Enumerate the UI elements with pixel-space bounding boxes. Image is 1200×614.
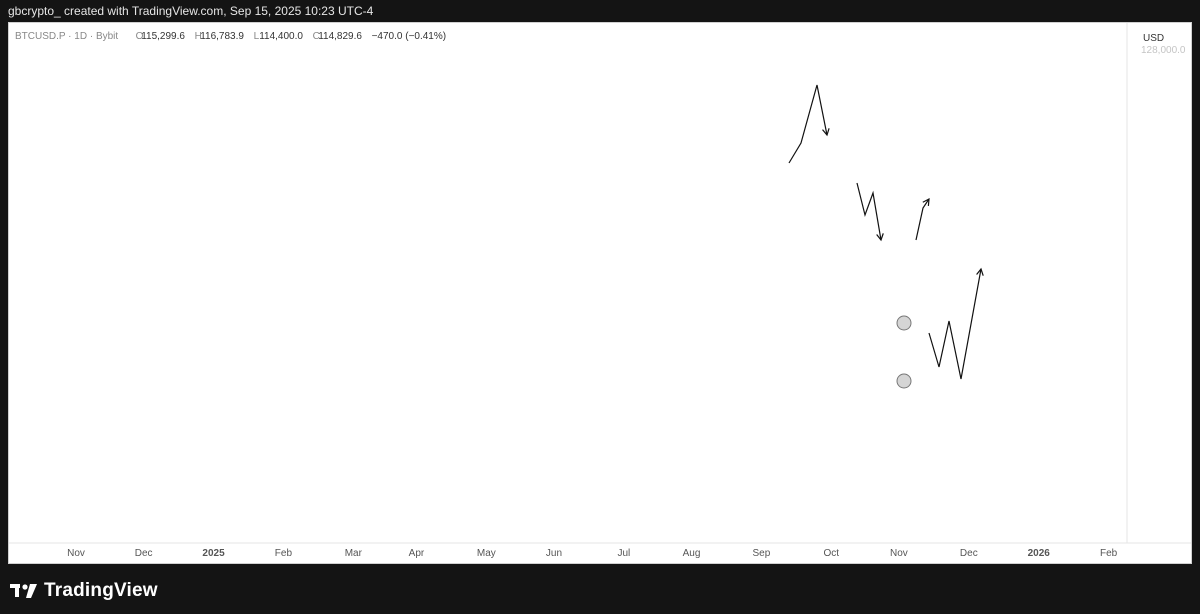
- x-tick-label: Nov: [67, 548, 85, 559]
- x-tick-label: Nov: [890, 548, 908, 559]
- projection-path: [915, 198, 930, 241]
- header-text: gbcrypto_ created with TradingView.com, …: [8, 4, 374, 18]
- y-tick-label-faint: 128,000.0: [1141, 45, 1186, 56]
- x-tick-label: Feb: [1100, 548, 1118, 559]
- x-tick-label: May: [477, 548, 496, 559]
- x-tick-label: Apr: [409, 548, 425, 559]
- x-tick-label: Mar: [345, 548, 363, 559]
- open-value: 115,299.6: [141, 31, 185, 42]
- x-tick-label: Dec: [135, 548, 153, 559]
- projection-arrowhead: [922, 197, 930, 207]
- x-tick-label: Jul: [617, 548, 630, 559]
- symbol-label: BTCUSD.P · 1D · Bybit: [15, 31, 118, 42]
- ohlc-legend: BTCUSD.P · 1D · Bybit O115,299.6 H116,783.…: [15, 31, 446, 42]
- close-value: 114,829.6: [318, 31, 362, 42]
- high-value: 116,783.9: [200, 31, 244, 42]
- x-tick-label: 2026: [1028, 548, 1051, 559]
- change-value: −470.0 (−0.41%): [372, 31, 447, 42]
- currency-label: USD: [1143, 33, 1164, 44]
- projection-path: [928, 268, 982, 380]
- target-circle: [896, 315, 912, 331]
- x-tick-label: Sep: [752, 548, 770, 559]
- tradingview-logo-icon: [10, 584, 37, 598]
- price-chart[interactable]: BTCUSD.P · 1D · Bybit O115,299.6 H116,783.…: [9, 23, 1192, 564]
- footer-bar: TradingView: [0, 564, 1200, 614]
- low-value: 114,400.0: [259, 31, 303, 42]
- tradingview-logo[interactable]: TradingView: [10, 580, 158, 602]
- target-circle: [896, 373, 912, 389]
- x-tick-label: Aug: [683, 548, 701, 559]
- footer-brand: TradingView: [44, 580, 158, 601]
- projection-path: [788, 84, 828, 164]
- x-tick-label: Oct: [824, 548, 840, 559]
- x-tick-label: 2025: [202, 548, 225, 559]
- x-tick-label: Feb: [275, 548, 293, 559]
- watermark-header: gbcrypto_ created with TradingView.com, …: [0, 0, 1200, 22]
- x-tick-label: Dec: [960, 548, 978, 559]
- projection-path: [856, 182, 882, 241]
- chart-frame[interactable]: BTCUSD.P · 1D · Bybit O 115,299.6 H 116,783.…: [8, 22, 1192, 564]
- x-tick-label: Jun: [546, 548, 562, 559]
